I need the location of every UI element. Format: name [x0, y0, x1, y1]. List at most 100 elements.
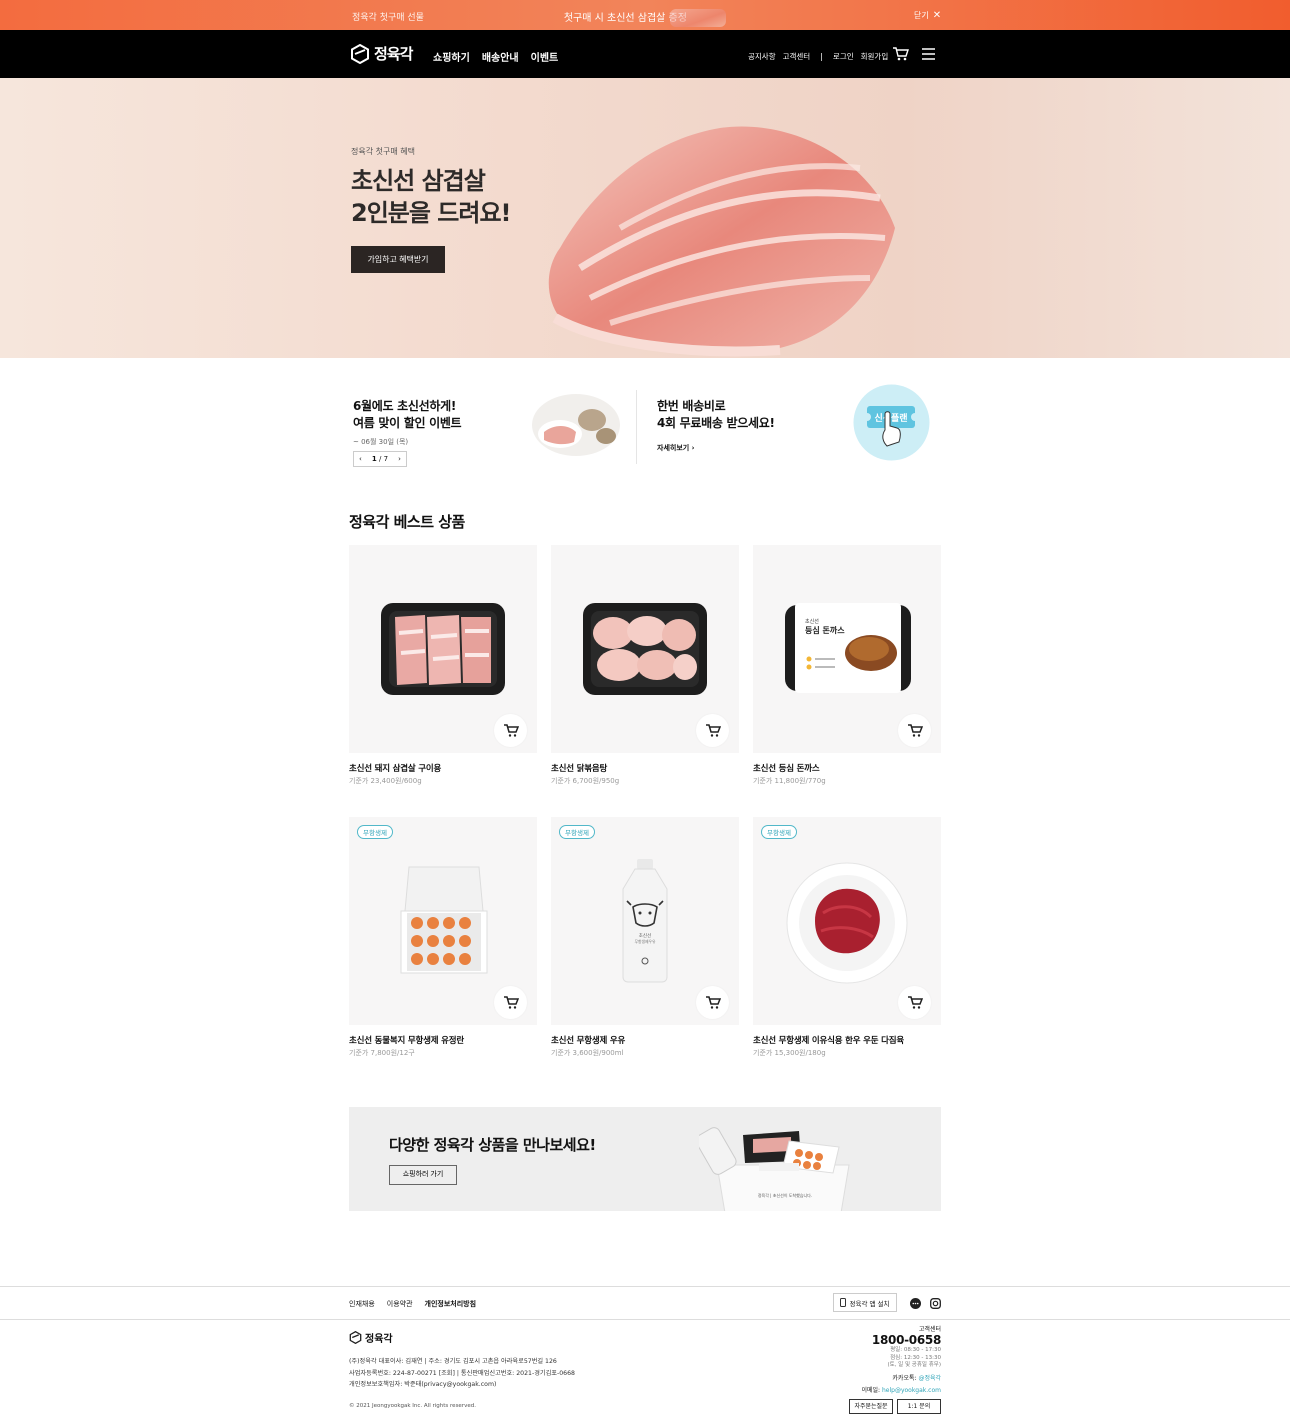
- product-card[interactable]: 무항생제 초신선 무항생제 이유식용 한우 우둔 다짐육 기준가 15,300원…: [753, 817, 941, 1058]
- product-price: 기준가 23,400원/600g: [349, 777, 422, 785]
- product-name[interactable]: 초신선 무항생제 이유식용 한우 우둔 다짐육: [753, 1034, 941, 1046]
- event-title[interactable]: 6월에도 초신선하게! 여름 맞이 할인 이벤트: [353, 398, 462, 432]
- customer-service: 고객센터 1800-0658 평일: 08:30 - 17:30 점심: 12:…: [849, 1324, 941, 1414]
- add-to-cart-icon: [907, 724, 923, 737]
- chevron-right-icon[interactable]: ›: [398, 455, 401, 463]
- pager-current: 1: [371, 455, 377, 463]
- promo-bar[interactable]: 정육각 첫구매 선물 첫구매 시 초신선 삼겹살 증정 닫기 ✕: [0, 0, 1290, 30]
- add-to-cart-button[interactable]: [494, 986, 527, 1019]
- footer-links: 인재채용 이용약관 개인정보처리방침: [349, 1299, 476, 1309]
- logo-icon: [349, 1331, 362, 1344]
- pager-count: 1 / 7: [372, 455, 388, 463]
- brand-name: 정육각: [374, 45, 413, 63]
- event-section: 6월에도 초신선하게! 여름 맞이 할인 이벤트 ~ 06월 30일 (목) ‹…: [0, 358, 1290, 488]
- product-image[interactable]: [349, 545, 537, 753]
- main-nav: 쇼핑하기 배송안내 이벤트: [433, 49, 558, 64]
- brand-logo[interactable]: 정육각: [350, 43, 413, 64]
- kakao-link[interactable]: @정육각: [918, 1375, 941, 1382]
- util-login[interactable]: 로그인: [833, 51, 854, 62]
- product-name[interactable]: 초신선 동물복지 무항생제 유정란: [349, 1034, 537, 1046]
- footer-link-terms[interactable]: 이용약관: [387, 1299, 413, 1309]
- product-name[interactable]: 초신선 돼지 삼겹살 구이용: [349, 762, 537, 774]
- product-image[interactable]: 초신선 등심 돈까스: [753, 545, 941, 753]
- event-divider: [636, 390, 637, 464]
- plan-more-link[interactable]: 자세히보기 ›: [657, 443, 695, 453]
- add-to-cart-button[interactable]: [898, 986, 931, 1019]
- add-to-cart-button[interactable]: [696, 986, 729, 1019]
- cs-label: 고객센터: [918, 1326, 941, 1333]
- plan-title[interactable]: 한번 배송비로 4회 무료배송 받으세요!: [657, 398, 775, 432]
- product-image[interactable]: [551, 545, 739, 753]
- product-card[interactable]: 초신선 돼지 삼겹살 구이용 기준가 23,400원/600g: [349, 545, 537, 786]
- go-shopping-button[interactable]: 쇼핑하러 가기: [389, 1165, 457, 1185]
- product-name[interactable]: 초신선 닭볶음탕: [551, 762, 739, 774]
- product-image[interactable]: 무항생제 초신선 무항생제우유: [551, 817, 739, 1025]
- product-price: 기준가 7,800원/12구: [349, 1049, 415, 1057]
- kakao-label: 카카오톡:: [892, 1374, 917, 1382]
- email-label: 이메일:: [861, 1386, 881, 1394]
- plan-more-label: 자세히보기: [657, 444, 690, 452]
- add-to-cart-button[interactable]: [494, 714, 527, 747]
- util-cs[interactable]: 고객센터: [783, 51, 811, 62]
- add-to-cart-icon: [705, 996, 721, 1009]
- add-to-cart-icon: [907, 996, 923, 1009]
- company-info: (주)정육각 대표이사: 김재연 | 주소: 경기도 김포시 고촌읍 아라육로5…: [349, 1356, 575, 1391]
- banner-title: 다양한 정육각 상품을 만나보세요!: [389, 1136, 596, 1154]
- event-title-line1: 6월에도 초신선하게!: [353, 399, 457, 413]
- footer-link-careers[interactable]: 인재채용: [349, 1299, 375, 1309]
- event-title-line2: 여름 맞이 할인 이벤트: [353, 416, 462, 430]
- chevron-left-icon[interactable]: ‹: [359, 455, 362, 463]
- antibiotic-free-badge: 무항생제: [559, 825, 595, 839]
- nav-event[interactable]: 이벤트: [531, 49, 559, 64]
- milk-label-sub: 무항생제우유: [635, 939, 656, 944]
- product-image[interactable]: 무항생제: [349, 817, 537, 1025]
- shop-banner[interactable]: 다양한 정육각 상품을 만나보세요! 쇼핑하러 가기 정육각 | 초신선이 도착…: [349, 1107, 941, 1211]
- promo-center-text: 첫구매 시 초신선 삼겹살 증정: [563, 13, 687, 24]
- promo-meat-image: [670, 9, 727, 27]
- faq-button[interactable]: 자주묻는질문: [849, 1398, 893, 1414]
- util-signup[interactable]: 회원가입: [861, 51, 889, 62]
- plan-title-line1: 한번 배송비로: [657, 399, 726, 413]
- promo-center[interactable]: 첫구매 시 초신선 삼겹살 증정: [0, 9, 1290, 27]
- product-card[interactable]: 무항생제 초신선 동물복지 무항생제 유정란 기준가 7,800원/12구: [349, 817, 537, 1058]
- instagram-icon[interactable]: [930, 1298, 941, 1309]
- chat-icon[interactable]: [910, 1298, 921, 1309]
- add-to-cart-icon: [503, 724, 519, 737]
- hero-title: 초신선 삼겹살 2인분을 드려요!: [351, 165, 511, 229]
- product-card[interactable]: 초신선 등심 돈까스 초신선 등심 돈까스 기준가 11,800원/770g: [753, 545, 941, 786]
- plan-title-line2: 4회 무료배송 받으세요!: [657, 416, 775, 430]
- footer-brand: 정육각: [365, 1334, 393, 1345]
- menu-icon[interactable]: [922, 48, 935, 60]
- cart-icon[interactable]: [892, 46, 909, 62]
- cs-phone[interactable]: 1800-0658: [849, 1333, 941, 1347]
- footer-link-privacy[interactable]: 개인정보처리방침: [425, 1299, 477, 1309]
- install-app-label: 정육각 앱 설치: [849, 1299, 890, 1308]
- add-to-cart-button[interactable]: [696, 714, 729, 747]
- install-app-button[interactable]: 정육각 앱 설치: [833, 1293, 897, 1312]
- hero-banner[interactable]: 정육각 첫구매 혜택 초신선 삼겹살 2인분을 드려요! 가입하고 혜택받기: [0, 78, 1290, 358]
- cs-buttons: 자주묻는질문 1:1 문의: [849, 1398, 941, 1414]
- site-header: 정육각 쇼핑하기 배송안내 이벤트 공지사항 고객센터 | 로그인 회원가입: [0, 30, 1290, 78]
- cs-hours-closed: (토, 일 및 공휴일 휴무): [887, 1362, 941, 1368]
- util-notice[interactable]: 공지사항: [748, 51, 776, 62]
- milk-label-small: 초신선: [639, 932, 651, 939]
- product-name[interactable]: 초신선 무항생제 우유: [551, 1034, 739, 1046]
- nav-shop[interactable]: 쇼핑하기: [433, 49, 470, 64]
- promo-close-label: 닫기: [914, 11, 929, 20]
- shopping-bag-image: 정육각 | 초신선이 도착했습니다.: [699, 1127, 850, 1211]
- pork-belly-image: [548, 126, 895, 357]
- inquiry-button[interactable]: 1:1 문의: [897, 1398, 941, 1414]
- product-card[interactable]: 무항생제 초신선 무항생제우유 초신선 무항생제 우유 기준가 3,600원/9…: [551, 817, 739, 1058]
- product-image[interactable]: 무항생제: [753, 817, 941, 1025]
- footer-top: 인재채용 이용약관 개인정보처리방침 정육각 앱 설치: [0, 1286, 1290, 1320]
- signup-benefit-button[interactable]: 가입하고 혜택받기: [351, 246, 445, 273]
- milk-bottle-image: 초신선 무항생제우유: [622, 859, 668, 983]
- product-name[interactable]: 초신선 등심 돈까스: [753, 762, 941, 774]
- cs-email: 이메일: help@yookgak.com: [849, 1385, 941, 1394]
- promo-close[interactable]: 닫기 ✕: [914, 10, 941, 21]
- close-icon[interactable]: ✕: [933, 10, 941, 21]
- product-card[interactable]: 초신선 닭볶음탕 기준가 6,700원/950g: [551, 545, 739, 786]
- nav-delivery[interactable]: 배송안내: [482, 49, 519, 64]
- add-to-cart-button[interactable]: [898, 714, 931, 747]
- email-link[interactable]: help@yookgak.com: [882, 1387, 941, 1394]
